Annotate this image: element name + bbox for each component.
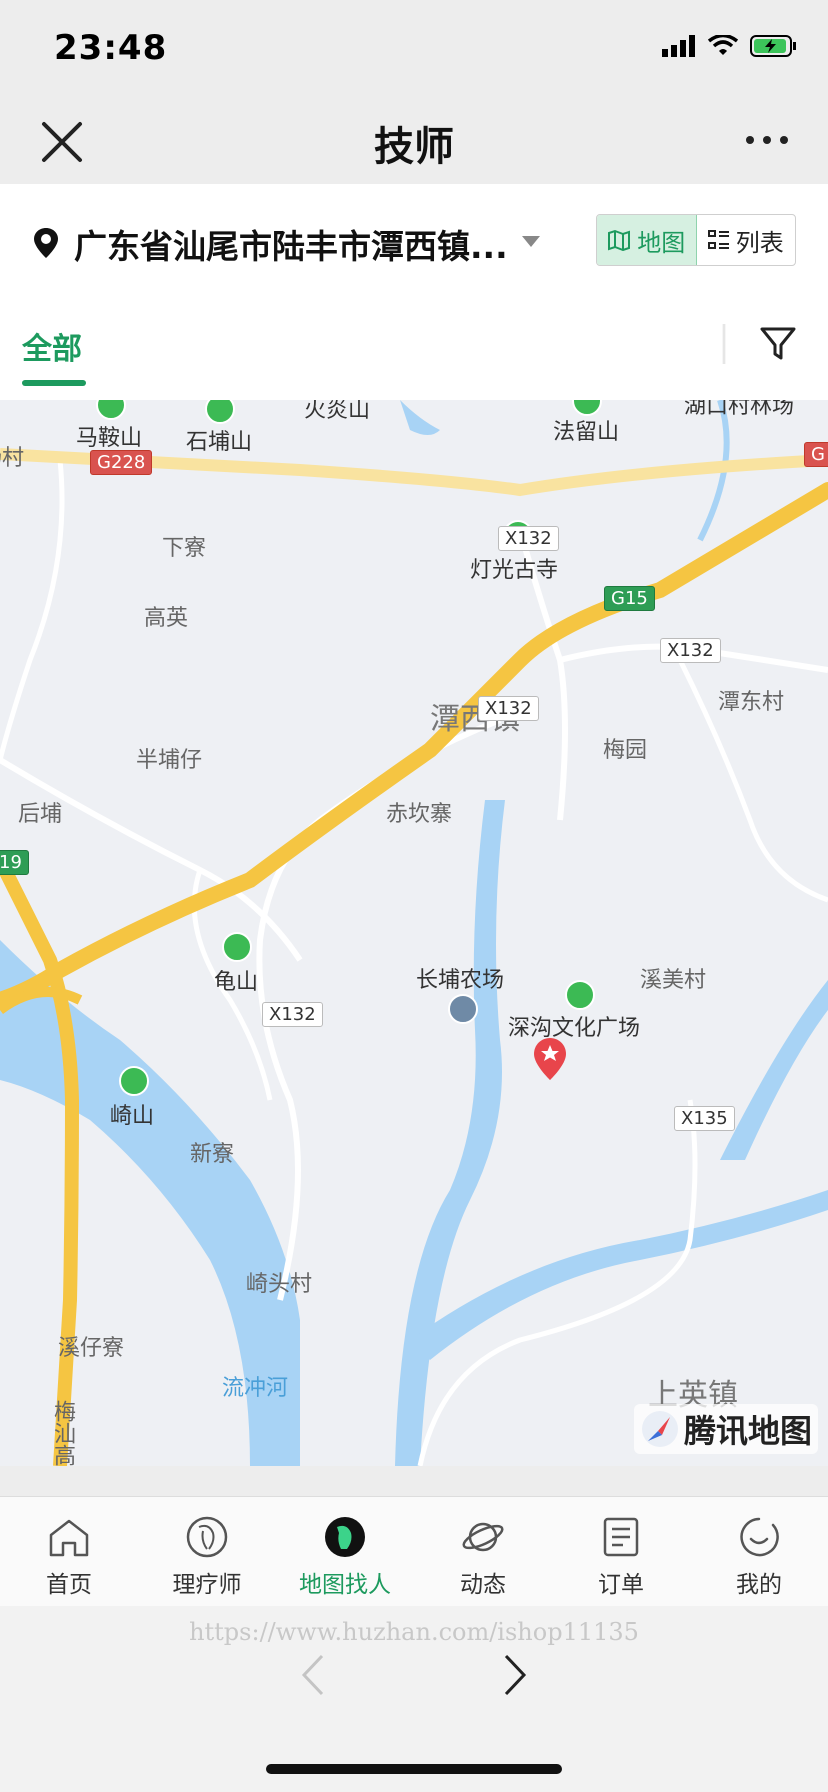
category-tabs: 全部 [0,296,828,400]
forward-arrow-icon[interactable] [500,1652,530,1698]
status-bar: 23:48 [0,0,828,100]
map-label: 半埔仔 [136,748,203,773]
location-bar: 广东省汕尾市陆丰市潭西镇... 地图 列表 [0,184,828,296]
location-pin-icon [34,228,58,258]
mountain-poi-icon[interactable] [119,1066,149,1096]
map-view-button[interactable]: 地图 [597,215,697,265]
map-label: 后埔 [18,802,63,827]
back-arrow-icon[interactable] [298,1652,328,1698]
map-label: 下寮 [162,536,207,561]
road-badge: G [804,442,828,467]
tab-therapist-label: 理疗师 [172,1572,242,1598]
map-label: 灯光古寺 [470,558,559,583]
browser-toolbar: https://www.huzhan.com/ishop11135 [0,1606,828,1792]
battery-icon [750,35,796,57]
road-badge: G228 [90,450,153,475]
smile-icon [740,1517,779,1557]
map-label: 潭东村 [718,690,785,715]
map-label: 龟山 [214,970,259,995]
map-label: 石埔山 [186,430,253,455]
map-icon [608,229,631,251]
map-provider-name: 腾讯地图 [683,1412,812,1450]
road-badge: G15 [604,586,655,611]
nav-bar: 技师 [0,100,828,184]
map-find-icon [325,1517,365,1557]
map-label: 新寮 [190,1142,235,1167]
map-label: 崎山 [110,1104,155,1129]
signal-icon [662,35,695,57]
home-icon [49,1519,89,1557]
selected-location-marker-icon[interactable] [532,1036,568,1082]
tab-feed-label: 动态 [460,1572,506,1598]
map-view[interactable]: 马鞍山 石埔山 火炎山 法留山 湖口村林场 杨村 下寮 灯光古寺 高英 潭西镇 … [0,400,828,1466]
tab-underline [22,380,86,386]
tab-feed[interactable]: 动态 [414,1497,552,1607]
tab-divider [722,324,726,364]
road-badge: X132 [262,1002,323,1027]
tab-mine-label: 我的 [736,1572,782,1598]
road-badge: X132 [660,638,721,663]
filter-icon[interactable] [758,324,798,364]
list-view-label: 列表 [735,228,784,257]
page-title: 技师 [374,124,454,170]
status-time: 23:48 [54,28,168,68]
map-label: 高英 [144,606,189,631]
url-watermark: https://www.huzhan.com/ishop11135 [189,1618,639,1646]
map-label: 溪仔寮 [58,1336,125,1361]
map-label: 火炎山 [304,400,371,423]
map-label: 法留山 [553,420,620,445]
park-poi-icon[interactable] [565,980,595,1010]
road-badge: X132 [478,696,539,721]
map-label: 溪美村 [640,968,707,993]
map-label: 崎头村 [246,1272,313,1297]
map-view-label: 地图 [637,228,686,257]
map-label: 长埔农场 [416,968,505,993]
map-label: 流冲河 [222,1376,289,1401]
tab-orders[interactable]: 订单 [552,1497,690,1607]
map-label: 梅园 [603,738,648,763]
road-badge: X132 [498,526,559,551]
road-badge: X135 [674,1106,735,1131]
tab-mine[interactable]: 我的 [690,1497,828,1607]
tab-home-label: 首页 [46,1572,92,1598]
map-label: 湖口村林场 [684,400,795,419]
map-provider-logo: 腾讯地图 [633,1404,818,1454]
compass-logo-icon [641,1411,678,1447]
road-badge: 19 [0,850,29,875]
tab-home[interactable]: 首页 [0,1497,138,1607]
map-label: 赤坎寨 [386,802,453,827]
list-view-button[interactable]: 列表 [697,215,796,265]
mountain-poi-icon[interactable] [222,932,252,962]
view-toggle: 地图 列表 [596,214,796,266]
chevron-down-icon[interactable] [522,236,540,247]
tab-map-find[interactable]: 地图找人 [276,1497,414,1607]
map-base [0,400,828,1466]
bottom-tab-bar: 首页 理疗师 地图找人 动态 订单 我的 [0,1496,828,1607]
place-poi-icon[interactable] [448,994,478,1024]
tab-all[interactable]: 全部 [22,324,82,368]
map-label: 马鞍山 [76,426,143,451]
more-icon[interactable] [742,120,792,160]
home-indicator[interactable] [266,1764,562,1774]
planet-icon [462,1522,504,1552]
wifi-icon [708,35,738,55]
list-icon [707,230,729,249]
therapist-icon [186,1516,228,1558]
orders-icon [603,1517,639,1557]
tab-map-find-label: 地图找人 [299,1572,391,1598]
location-selector[interactable]: 广东省汕尾市陆丰市潭西镇... [74,220,508,268]
tab-orders-label: 订单 [598,1572,644,1598]
map-label: 深沟文化广场 [508,1016,641,1041]
map-label: 梅汕高 [50,1400,75,1466]
map-label: 杨村 [0,446,25,471]
tab-therapist[interactable]: 理疗师 [138,1497,276,1607]
